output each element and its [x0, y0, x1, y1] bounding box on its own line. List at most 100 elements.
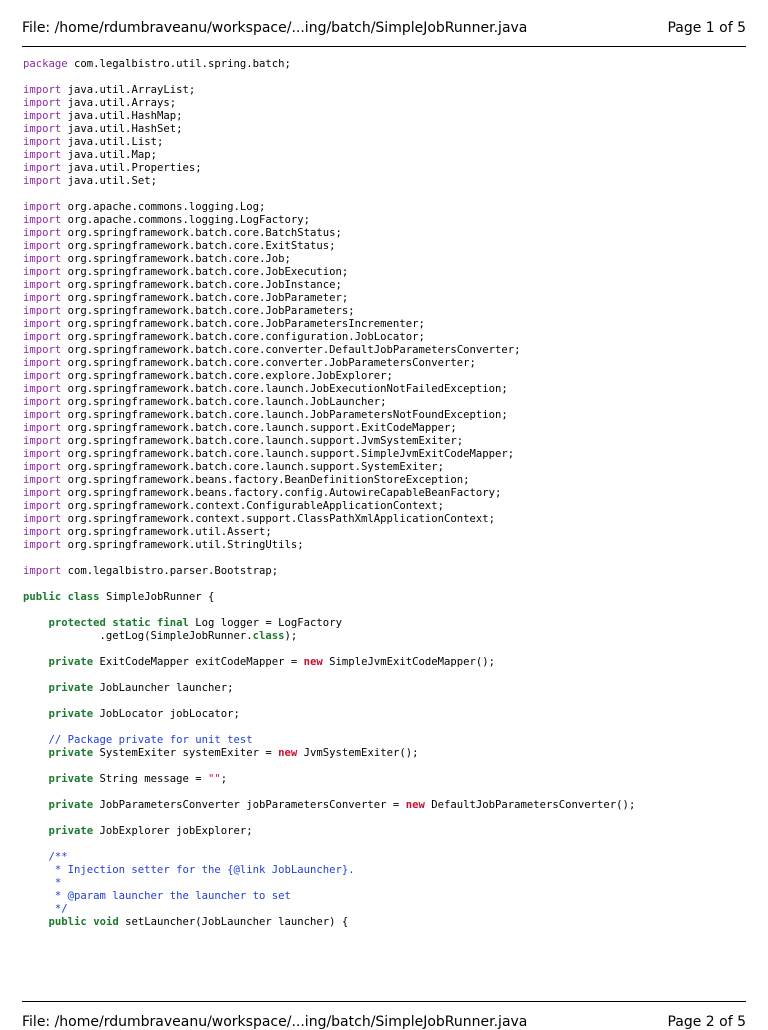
code-token: org.springframework.batch.core.launch.su… — [61, 422, 457, 434]
header-divider — [22, 46, 746, 47]
code-token: .getLog(SimpleJobRunner. — [23, 630, 253, 642]
code-token: org.springframework.batch.core.launch.su… — [61, 448, 515, 460]
code-token: DefaultJobParametersConverter(); — [424, 799, 636, 811]
code-token: java.util.Arrays; — [61, 97, 177, 109]
code-token: import — [23, 344, 62, 356]
code-line: import org.springframework.batch.core.co… — [23, 331, 758, 344]
code-token: public — [23, 591, 62, 603]
code-token: org.springframework.batch.core.JobParame… — [61, 305, 355, 317]
code-token: import — [23, 279, 62, 291]
code-token: new — [405, 799, 425, 811]
code-line: import org.apache.commons.logging.LogFac… — [23, 214, 758, 227]
code-token: com.legalbistro.util.spring.batch; — [67, 58, 291, 70]
code-line: protected static final Log logger = LogF… — [23, 617, 758, 630]
code-token: import — [23, 253, 62, 265]
code-line: import org.springframework.context.suppo… — [23, 513, 758, 526]
code-line: public class SimpleJobRunner { — [23, 591, 758, 604]
code-token: org.apache.commons.logging.Log; — [61, 201, 266, 213]
code-line: private String message = ""; — [23, 773, 758, 786]
code-token: */ — [23, 903, 68, 915]
code-token: import — [23, 123, 62, 135]
code-token: org.springframework.batch.core.configura… — [61, 331, 425, 343]
code-token: JobLocator jobLocator; — [93, 708, 240, 720]
code-token: org.springframework.batch.core.JobParame… — [61, 318, 425, 330]
code-line: import org.springframework.context.Confi… — [23, 500, 758, 513]
code-line: private SystemExiter systemExiter = new … — [23, 747, 758, 760]
code-token: * Injection setter for the {@link JobLau… — [23, 864, 355, 876]
code-token: java.util.Map; — [61, 149, 157, 161]
code-line: package com.legalbistro.util.spring.batc… — [23, 58, 758, 71]
code-token: ExitCodeMapper exitCodeMapper = — [93, 656, 304, 668]
code-token: import — [23, 331, 62, 343]
code-line: import java.util.Arrays; — [23, 97, 758, 110]
code-token: org.springframework.batch.core.launch.su… — [61, 435, 464, 447]
code-token: org.apache.commons.logging.LogFactory; — [61, 214, 311, 226]
code-token: com.legalbistro.parser.Bootstrap; — [61, 565, 279, 577]
code-line: import org.springframework.batch.core.Jo… — [23, 279, 758, 292]
code-token: JvmSystemExiter(); — [297, 747, 419, 759]
code-token: import — [23, 240, 62, 252]
code-token: import — [23, 474, 62, 486]
code-token: import — [23, 266, 62, 278]
code-line: private JobLocator jobLocator; — [23, 708, 758, 721]
code-token: private — [48, 682, 94, 694]
code-line: private ExitCodeMapper exitCodeMapper = … — [23, 656, 758, 669]
code-token: import — [23, 292, 62, 304]
code-token: setLauncher(JobLauncher launcher) { — [118, 916, 349, 928]
page-header: File: /home/rdumbraveanu/workspace/...in… — [22, 20, 746, 42]
code-line: import org.springframework.batch.core.la… — [23, 383, 758, 396]
code-token: SimpleJobRunner { — [99, 591, 215, 603]
code-token: private — [48, 825, 94, 837]
code-line: import org.springframework.batch.core.co… — [23, 357, 758, 370]
code-token: import — [23, 110, 62, 122]
code-token: org.springframework.batch.core.JobParame… — [61, 292, 349, 304]
code-token: org.springframework.batch.core.explore.J… — [61, 370, 393, 382]
code-token: org.springframework.batch.core.converter… — [61, 344, 521, 356]
code-token: private — [48, 708, 94, 720]
code-token: private — [48, 799, 94, 811]
code-token: package — [23, 58, 68, 70]
source-code-listing: package com.legalbistro.util.spring.batc… — [23, 58, 758, 929]
code-token: import — [23, 97, 62, 109]
code-token: org.springframework.batch.core.launch.su… — [61, 461, 444, 473]
code-token: import — [23, 201, 62, 213]
code-line: * — [23, 877, 758, 890]
code-token: new — [303, 656, 323, 668]
next-page-header: File: /home/rdumbraveanu/workspace/...in… — [22, 1014, 746, 1030]
code-token: import — [23, 409, 62, 421]
code-token: org.springframework.beans.factory.config… — [61, 487, 502, 499]
code-line: private JobParametersConverter jobParame… — [23, 799, 758, 812]
code-token: java.util.HashMap; — [61, 110, 183, 122]
code-token: java.util.Set; — [61, 175, 157, 187]
code-token: org.springframework.util.StringUtils; — [61, 539, 304, 551]
code-token: /** — [23, 851, 68, 863]
code-token: java.util.List; — [61, 136, 164, 148]
code-line: import org.springframework.util.StringUt… — [23, 539, 758, 552]
code-token: * — [23, 877, 62, 889]
code-line: // Package private for unit test — [23, 734, 758, 747]
code-token: org.springframework.batch.core.launch.Jo… — [61, 383, 508, 395]
code-token: import — [23, 370, 62, 382]
code-token: protected — [48, 617, 106, 629]
code-line: import org.springframework.batch.core.Jo… — [23, 253, 758, 266]
page-number-label: Page 2 of 5 — [667, 1014, 746, 1030]
code-token: org.springframework.context.support.Clas… — [61, 513, 495, 525]
page-number-label: Page 1 of 5 — [667, 20, 746, 36]
code-token: import — [23, 227, 62, 239]
code-token: ); — [284, 630, 298, 642]
code-token: ; — [220, 773, 228, 785]
code-token: SystemExiter systemExiter = — [93, 747, 279, 759]
